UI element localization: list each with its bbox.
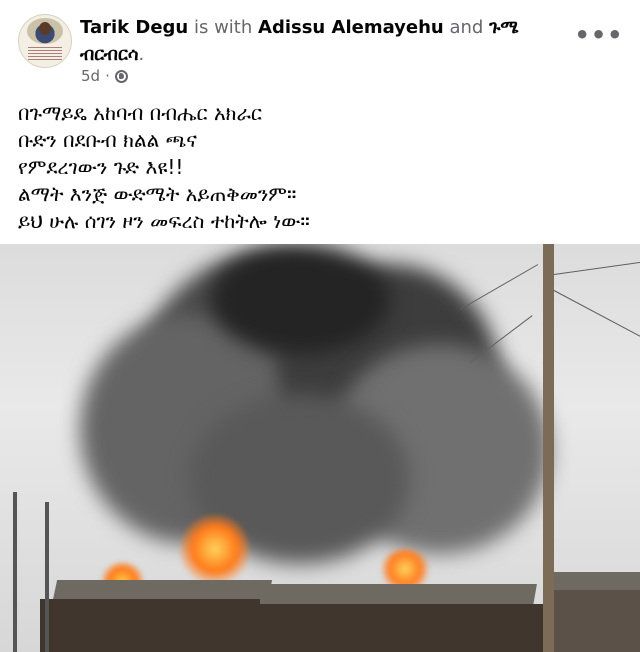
- roof-3: [545, 572, 640, 590]
- post-photo[interactable]: [0, 244, 640, 652]
- building-wall-2: [260, 604, 545, 652]
- more-options-icon[interactable]: •••: [574, 20, 622, 50]
- post-time[interactable]: 5d: [81, 67, 100, 85]
- globe-icon: [114, 69, 128, 83]
- with-text: is with: [193, 17, 253, 38]
- post-text-line-3: የምደረገውን ጉድ እዩ!!: [18, 155, 184, 179]
- utility-pole-left-1: [13, 492, 17, 652]
- meta-separator: ·: [105, 67, 110, 85]
- tagged-user-1[interactable]: Adissu Alemayehu: [258, 17, 444, 38]
- tagged-user-2-second[interactable]: ብርብርሳ: [80, 44, 138, 65]
- power-line-2: [553, 290, 640, 338]
- building-wall-1: [40, 599, 260, 652]
- building-wall-3: [545, 590, 640, 652]
- power-line-1: [553, 261, 640, 275]
- utility-pole-left-2: [45, 502, 49, 652]
- author-name[interactable]: Tarik Degu: [80, 17, 188, 38]
- power-line-3: [459, 264, 539, 310]
- flame-3: [380, 549, 430, 589]
- title-period: .: [138, 44, 145, 65]
- post-text: በጉማይዴ አከባብ በብሔር አክራር ቡድን በደቡብ ክልል ጫና የምደ…: [18, 100, 618, 235]
- utility-pole-main: [543, 244, 554, 652]
- flame-1: [180, 514, 250, 584]
- roof-1: [52, 580, 273, 600]
- post-meta: 5d ·: [81, 67, 128, 85]
- post-title-line: Tarik Degu is with Adissu Alemayehu and …: [80, 14, 560, 68]
- author-avatar[interactable]: [18, 14, 72, 68]
- tagged-user-2-first[interactable]: ጉሜ: [489, 17, 519, 38]
- post-text-line-5: ይህ ሁሉ ሰገን ዞን መፍረስ ተከትሎ ነው።: [18, 209, 310, 233]
- smoke-cloud-4: [210, 244, 390, 354]
- post-text-line-2: ቡድን በደቡብ ክልል ጫና: [18, 128, 197, 152]
- avatar-text-lines: [28, 47, 62, 61]
- roof-2: [243, 584, 537, 606]
- post-text-line-1: በጉማይዴ አከባብ በብሔር አክራር: [18, 101, 262, 125]
- and-text: and: [449, 17, 484, 38]
- post-header: Tarik Degu is with Adissu Alemayehu and …: [0, 0, 640, 96]
- post-text-line-4: ልማት እንጅ ውድሜት አይጠቅመንም።: [18, 182, 297, 206]
- avatar-face: [39, 22, 51, 35]
